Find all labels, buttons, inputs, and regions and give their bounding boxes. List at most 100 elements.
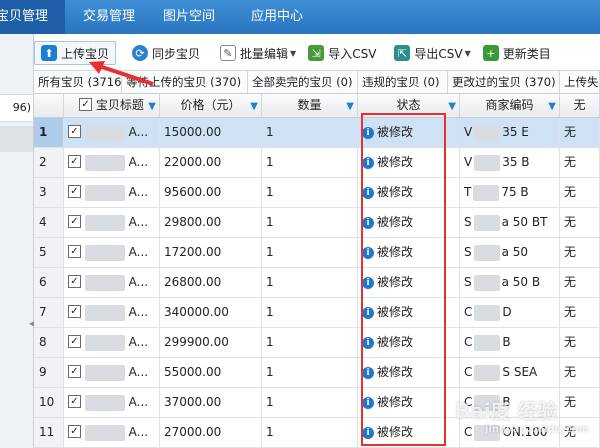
cell-price[interactable]: 17200.00 bbox=[160, 238, 262, 267]
column-header-quantity[interactable]: 数量 ▼ bbox=[262, 94, 358, 117]
row-checkbox[interactable]: ✓ bbox=[68, 185, 81, 198]
cell-price[interactable]: 29800.00 bbox=[160, 208, 262, 237]
cell-merchant-code[interactable]: T 75 B bbox=[460, 178, 560, 207]
cell-quantity[interactable]: 1 bbox=[262, 358, 358, 387]
cell-title[interactable]: ✓ A... bbox=[64, 388, 160, 417]
row-checkbox[interactable]: ✓ bbox=[68, 365, 81, 378]
cell-price[interactable]: 15000.00 bbox=[160, 118, 262, 147]
cell-title[interactable]: ✓ A... bbox=[64, 118, 160, 147]
cell-title[interactable]: ✓ A... bbox=[64, 268, 160, 297]
code-tail: D bbox=[502, 305, 512, 319]
table-row[interactable]: 1 ✓ A... 15000.00 1 i 被修改 V 35 E无 bbox=[34, 118, 600, 148]
filter-icon[interactable]: ▼ bbox=[148, 95, 156, 117]
tab-all-items[interactable]: 所有宝贝 (3716) bbox=[34, 71, 122, 93]
cell-title[interactable]: ✓ A... bbox=[64, 298, 160, 327]
cell-quantity[interactable]: 1 bbox=[262, 328, 358, 357]
column-header-extra[interactable]: 无 bbox=[560, 94, 600, 117]
cell-merchant-code[interactable]: CB bbox=[460, 328, 560, 357]
watermark-subtext: jingyan.baidu.com bbox=[485, 424, 589, 435]
cell-quantity[interactable]: 1 bbox=[262, 178, 358, 207]
filter-icon[interactable]: ▼ bbox=[548, 95, 556, 117]
cell-quantity[interactable]: 1 bbox=[262, 238, 358, 267]
update-category-button[interactable]: + 更新类目 bbox=[477, 41, 557, 65]
cell-title[interactable]: ✓ A... bbox=[64, 358, 160, 387]
status-text: 被修改 bbox=[377, 215, 414, 229]
row-checkbox[interactable]: ✓ bbox=[68, 275, 81, 288]
cell-merchant-code[interactable]: V 35 E bbox=[460, 118, 560, 147]
cell-title[interactable]: ✓ A... bbox=[64, 328, 160, 357]
table-row[interactable]: 9 ✓ A... 55000.00 1 i 被修改 C S SEA 无 bbox=[34, 358, 600, 388]
cell-price[interactable]: 26800.00 bbox=[160, 268, 262, 297]
cell-quantity[interactable]: 1 bbox=[262, 418, 358, 447]
column-header-price[interactable]: 价格（元） ▼ bbox=[160, 94, 262, 117]
table-row[interactable]: 5 ✓ A... 17200.00 1 i 被修改 Sa 50 无 bbox=[34, 238, 600, 268]
table-row[interactable]: 6 ✓ A... 26800.00 1 i 被修改 Sa 50 B无 bbox=[34, 268, 600, 298]
filter-icon[interactable]: ▼ bbox=[346, 95, 354, 117]
left-panel-count[interactable]: 96) bbox=[0, 94, 33, 122]
row-checkbox[interactable]: ✓ bbox=[68, 155, 81, 168]
nav-tab-image-space[interactable]: 图片空间 bbox=[153, 0, 239, 34]
sync-items-button[interactable]: ⟳ 同步宝贝 bbox=[126, 41, 206, 65]
row-checkbox[interactable]: ✓ bbox=[68, 425, 81, 438]
row-checkbox[interactable]: ✓ bbox=[68, 395, 81, 408]
cell-price[interactable]: 37000.00 bbox=[160, 388, 262, 417]
cell-title[interactable]: ✓ A... bbox=[64, 238, 160, 267]
row-checkbox[interactable]: ✓ bbox=[68, 125, 81, 138]
tab-modified[interactable]: 更改过的宝贝 (370) bbox=[448, 71, 560, 93]
cell-merchant-code[interactable]: Sa 50 B bbox=[460, 268, 560, 297]
table-row[interactable]: 7 ✓ A... 340000.00 1 i 被修改 C D 无 bbox=[34, 298, 600, 328]
row-checkbox[interactable]: ✓ bbox=[68, 305, 81, 318]
column-header-status[interactable]: 状态 ▼ bbox=[358, 94, 460, 117]
column-header-merchant-code[interactable]: 商家编码 ▼ bbox=[460, 94, 560, 117]
cell-title[interactable]: ✓ A... bbox=[64, 148, 160, 177]
filter-icon[interactable]: ▼ bbox=[250, 95, 258, 117]
tab-violations[interactable]: 违规的宝贝 (0) bbox=[358, 71, 448, 93]
chevron-down-icon[interactable]: ▼ bbox=[290, 49, 296, 58]
filter-icon[interactable]: ▼ bbox=[448, 95, 456, 117]
title-tail: A... bbox=[128, 365, 149, 379]
column-header-title[interactable]: ✓ 宝贝标题 ▼ bbox=[64, 94, 160, 117]
cell-price[interactable]: 27000.00 bbox=[160, 418, 262, 447]
info-icon: i bbox=[362, 156, 374, 169]
cell-merchant-code[interactable]: C S SEA bbox=[460, 358, 560, 387]
row-checkbox[interactable]: ✓ bbox=[68, 215, 81, 228]
nav-tab-app-center[interactable]: 应用中心 bbox=[241, 0, 321, 34]
row-number: 3 bbox=[34, 178, 64, 207]
cell-quantity[interactable]: 1 bbox=[262, 298, 358, 327]
batch-edit-button[interactable]: ✎ 批量编辑 ▼ bbox=[214, 41, 302, 65]
cell-title[interactable]: ✓ A... bbox=[64, 178, 160, 207]
tab-pending-upload[interactable]: 等待上传的宝贝 (370) bbox=[122, 71, 248, 93]
cell-price[interactable]: 299900.00 bbox=[160, 328, 262, 357]
tab-upload-failed[interactable]: 上传失 bbox=[560, 71, 600, 93]
tab-sold-out[interactable]: 全部卖完的宝贝 (0) bbox=[248, 71, 358, 93]
upload-items-button[interactable]: ⬆ 上传宝贝 bbox=[34, 41, 117, 65]
cell-merchant-code[interactable]: Sa 50 BT bbox=[460, 208, 560, 237]
cell-quantity[interactable]: 1 bbox=[262, 208, 358, 237]
table-row[interactable]: 4 ✓ A... 29800.00 1 i 被修改 Sa 50 BT 无 bbox=[34, 208, 600, 238]
table-row[interactable]: 3 ✓ A... 95600.00 1 i 被修改 T 75 B无 bbox=[34, 178, 600, 208]
cell-quantity[interactable]: 1 bbox=[262, 118, 358, 147]
cell-price[interactable]: 55000.00 bbox=[160, 358, 262, 387]
nav-tab-trade-management[interactable]: 交易管理 bbox=[73, 0, 149, 34]
cell-quantity[interactable]: 1 bbox=[262, 268, 358, 297]
row-checkbox[interactable]: ✓ bbox=[68, 335, 81, 348]
cell-price[interactable]: 340000.00 bbox=[160, 298, 262, 327]
cell-title[interactable]: ✓ A... bbox=[64, 418, 160, 447]
table-row[interactable]: 2 ✓ A... 22000.00 1 i 被修改 V 35 B无 bbox=[34, 148, 600, 178]
import-csv-button[interactable]: ⇲ 导入CSV bbox=[302, 41, 382, 65]
cell-merchant-code[interactable]: V 35 B bbox=[460, 148, 560, 177]
row-checkbox[interactable]: ✓ bbox=[68, 245, 81, 258]
cell-price[interactable]: 95600.00 bbox=[160, 178, 262, 207]
nav-tab-item-management[interactable]: 宝贝管理 bbox=[0, 0, 65, 34]
export-csv-button[interactable]: ⇱ 导出CSV ▼ bbox=[388, 41, 476, 65]
cell-price[interactable]: 22000.00 bbox=[160, 148, 262, 177]
cell-quantity[interactable]: 1 bbox=[262, 388, 358, 417]
cell-merchant-code[interactable]: CD bbox=[460, 298, 560, 327]
left-panel-selected-item[interactable] bbox=[0, 126, 33, 152]
cell-quantity[interactable]: 1 bbox=[262, 148, 358, 177]
cell-merchant-code[interactable]: Sa 50 bbox=[460, 238, 560, 267]
table-row[interactable]: 8 ✓ A... 299900.00 1 i 被修改 C B 无 bbox=[34, 328, 600, 358]
cell-title[interactable]: ✓ A... bbox=[64, 208, 160, 237]
select-all-checkbox[interactable]: ✓ bbox=[79, 98, 93, 111]
chevron-down-icon[interactable]: ▼ bbox=[465, 49, 471, 58]
